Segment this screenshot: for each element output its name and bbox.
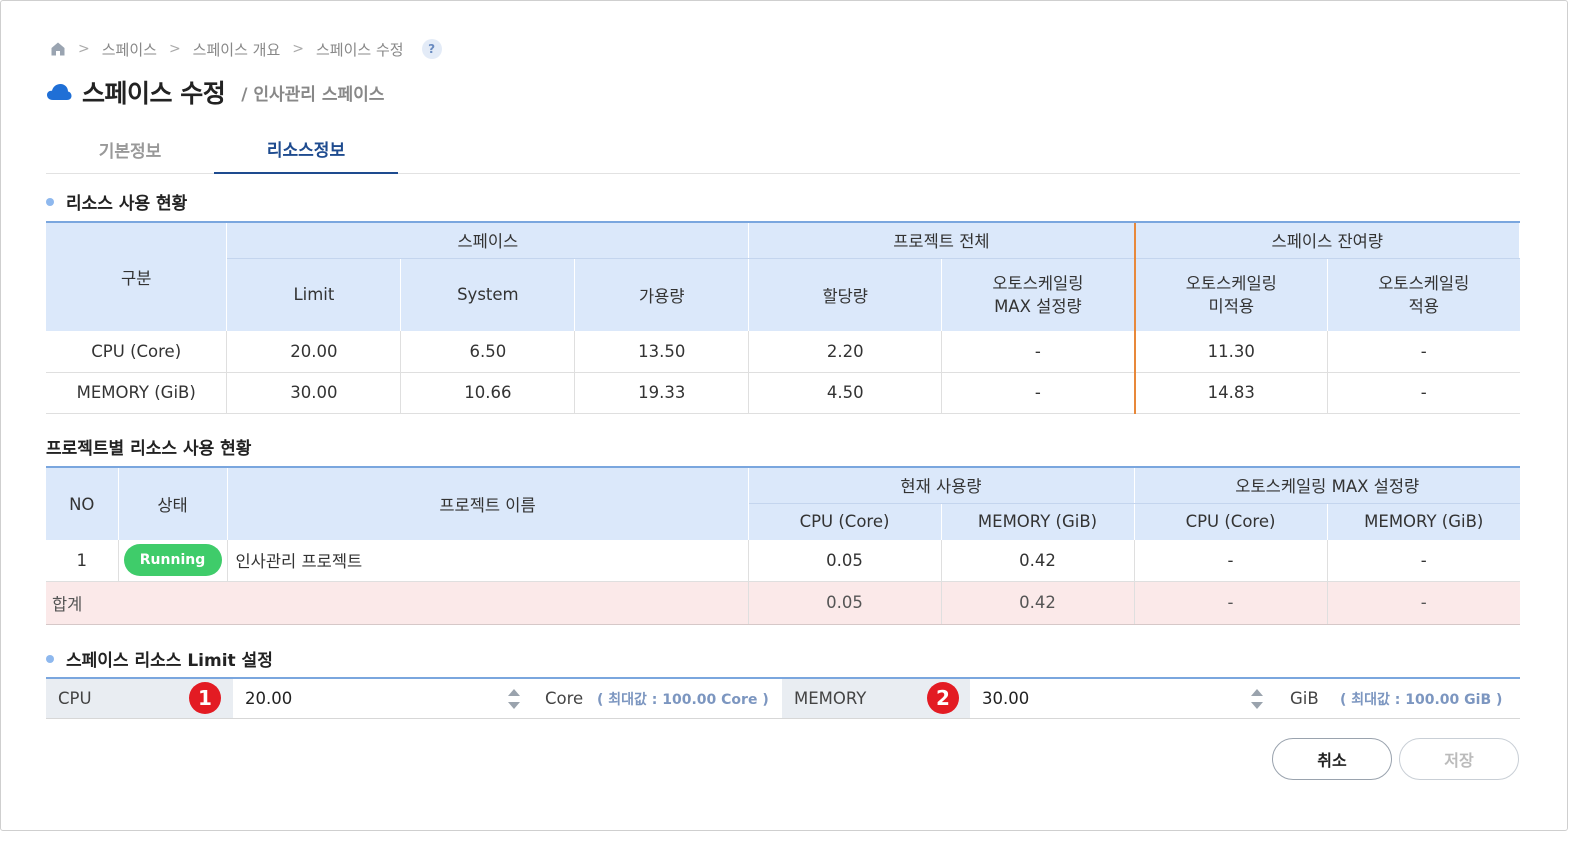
cell-allocated: 4.50: [748, 372, 943, 414]
cell-project-name[interactable]: 인사관리 프로젝트: [227, 540, 749, 582]
cell-autoscale-max: -: [941, 331, 1136, 373]
sum-max-memory: -: [1327, 581, 1520, 625]
cell-applied: -: [1327, 372, 1520, 414]
cell-system: 6.50: [400, 331, 576, 373]
breadcrumb-item-space-overview[interactable]: 스페이스 개요: [193, 39, 281, 60]
cell-current-cpu: 0.05: [748, 540, 942, 582]
section-limit-setting: 스페이스 리소스 Limit 설정: [46, 646, 273, 671]
cell-current-memory: 0.42: [941, 540, 1135, 582]
limit-setting-row: CPU 20.00 Core ( 최대값 : 100.00 Core ) MEM…: [46, 677, 1520, 719]
page-title: 스페이스 수정: [82, 79, 226, 108]
row-label: MEMORY (GiB): [46, 372, 228, 414]
sum-max-cpu: -: [1134, 581, 1328, 625]
tab-resource-info[interactable]: 리소스정보: [214, 124, 398, 174]
col-group-space-remaining: 스페이스 잔여량: [1133, 221, 1520, 259]
cell-allocated: 2.20: [748, 331, 943, 373]
home-icon[interactable]: [50, 41, 66, 57]
chevron-right-icon: >: [292, 41, 304, 57]
col-project-name: 프로젝트 이름: [227, 466, 749, 540]
col-current-cpu: CPU (Core): [748, 503, 942, 540]
col-current-memory: MEMORY (GiB): [941, 503, 1135, 540]
sum-current-cpu: 0.05: [748, 581, 942, 625]
col-status: 상태: [118, 466, 228, 540]
col-available: 가용량: [574, 258, 750, 331]
cell-available: 19.33: [574, 372, 750, 414]
cell-applied: -: [1327, 331, 1520, 373]
section-title: 프로젝트별 리소스 사용 현황: [46, 439, 252, 459]
annotation-marker-1: 1: [189, 682, 221, 714]
page-header: 스페이스 수정 / 인사관리 스페이스: [46, 74, 384, 110]
spinner-icon[interactable]: [507, 687, 521, 711]
tab-basic-info[interactable]: 기본정보: [46, 124, 214, 174]
breadcrumb-item-space[interactable]: 스페이스: [102, 39, 157, 60]
col-no: NO: [46, 466, 119, 540]
memory-limit-value[interactable]: 30.00: [970, 689, 1029, 708]
cell-limit: 20.00: [226, 331, 402, 373]
cpu-unit: Core: [545, 689, 584, 708]
table-row[interactable]: 1 Running 인사관리 프로젝트 0.05 0.42 - -: [46, 540, 1520, 582]
col-group-autoscale-max: 오토스케일링 MAX 설정량: [1134, 466, 1520, 504]
cell-unapplied: 11.30: [1133, 331, 1329, 373]
sum-row: 합계 0.05 0.42 - -: [46, 581, 1520, 625]
col-group-current-usage: 현재 사용량: [748, 466, 1135, 504]
spinner-icon[interactable]: [1250, 687, 1264, 711]
col-autoscale-unapplied: 오토스케일링 미적용: [1133, 258, 1329, 331]
section-title: 스페이스 리소스 Limit 설정: [66, 651, 273, 671]
chevron-right-icon: >: [78, 41, 90, 57]
breadcrumb: > 스페이스 > 스페이스 개요 > 스페이스 수정 ?: [50, 38, 442, 60]
cpu-limit-value[interactable]: 20.00: [233, 689, 292, 708]
cell-unapplied: 14.83: [1133, 372, 1329, 414]
section-project-usage: 프로젝트별 리소스 사용 현황: [46, 434, 251, 459]
cpu-limit-input[interactable]: 20.00: [233, 679, 533, 718]
status-badge: Running: [123, 544, 222, 577]
table-row: MEMORY (GiB) 30.00 10.66 19.33 4.50 - 14…: [46, 372, 1520, 414]
row-label: CPU (Core): [46, 331, 228, 373]
bullet-dot-icon: [46, 197, 54, 206]
help-icon[interactable]: ?: [421, 39, 442, 59]
col-allocated: 할당량: [748, 258, 943, 331]
table-row: CPU (Core) 20.00 6.50 13.50 2.20 - 11.30…: [46, 331, 1520, 373]
col-max-cpu: CPU (Core): [1134, 503, 1328, 540]
col-max-memory: MEMORY (GiB): [1327, 503, 1520, 540]
project-usage-table: NO 상태 프로젝트 이름 현재 사용량 오토스케일링 MAX 설정량 CPU …: [46, 466, 1520, 625]
cell-max-cpu: -: [1134, 540, 1328, 582]
cell-no: 1: [46, 540, 119, 582]
annotation-marker-2: 2: [927, 682, 959, 714]
cell-max-memory: -: [1327, 540, 1520, 582]
col-autoscale-applied: 오토스케일링 적용: [1327, 258, 1520, 331]
section-title: 리소스 사용 현황: [66, 194, 188, 214]
resource-usage-table: 구분 스페이스 프로젝트 전체 스페이스 잔여량 Limit System 가용…: [46, 221, 1520, 414]
tab-bar: 기본정보 리소스정보: [46, 124, 1520, 174]
memory-max-value: ( 최대값 : 100.00 GiB ): [1340, 691, 1503, 708]
col-system: System: [400, 258, 576, 331]
cell-available: 13.50: [574, 331, 750, 373]
memory-limit-input[interactable]: 30.00: [970, 679, 1276, 718]
cpu-max-value: ( 최대값 : 100.00 Core ): [597, 691, 769, 708]
cloud-icon: [47, 84, 72, 100]
sum-label: 합계: [46, 581, 749, 625]
bullet-dot-icon: [46, 654, 54, 663]
cell-autoscale-max: -: [941, 372, 1136, 414]
breadcrumb-item-space-edit: 스페이스 수정: [315, 40, 404, 59]
cell-system: 10.66: [400, 372, 576, 414]
save-button[interactable]: 저장: [1399, 738, 1519, 780]
col-group-project-total: 프로젝트 전체: [748, 221, 1136, 259]
cancel-button[interactable]: 취소: [1272, 738, 1392, 780]
page-subtitle: / 인사관리 스페이스: [241, 84, 385, 105]
sum-current-memory: 0.42: [941, 581, 1135, 625]
col-group-space: 스페이스: [226, 221, 750, 259]
col-limit: Limit: [226, 258, 402, 331]
cell-limit: 30.00: [226, 372, 402, 414]
chevron-right-icon: >: [168, 41, 181, 57]
memory-unit: GiB: [1290, 689, 1319, 708]
col-autoscale-max: 오토스케일링 MAX 설정량: [941, 258, 1136, 331]
section-resource-usage: 리소스 사용 현황: [46, 189, 187, 214]
col-category: 구분: [46, 221, 228, 331]
cell-status: Running: [118, 540, 228, 582]
